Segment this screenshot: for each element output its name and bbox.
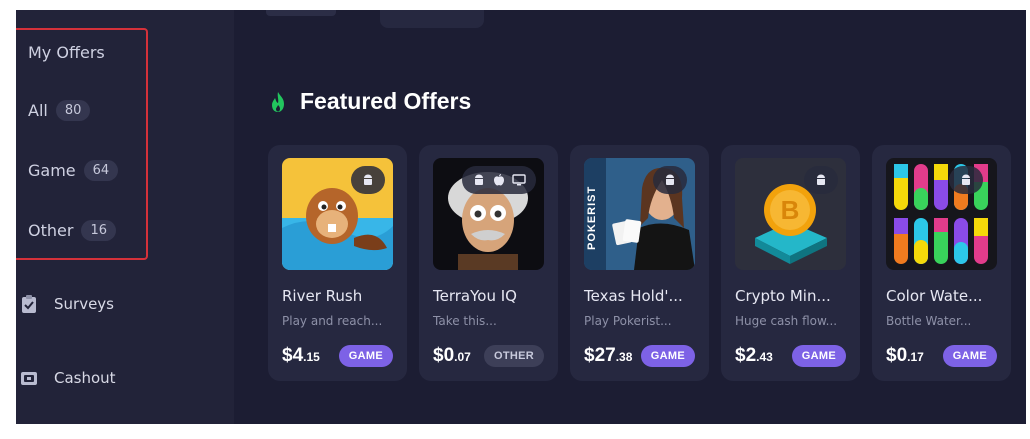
filter-game[interactable]: Game 64: [28, 160, 119, 181]
offer-thumbnail: [282, 158, 393, 270]
sidebar: My Offers All 80 Game 64 Other 16 Survey…: [16, 10, 234, 424]
desktop-icon: [512, 174, 526, 186]
offer-card[interactable]: TerraYou IQ Take this... $0.07 OTHER: [419, 145, 558, 381]
offer-price: $0.07: [433, 345, 471, 367]
offer-description: Play and reach...: [282, 314, 383, 328]
android-icon: [666, 174, 674, 185]
offer-price: $4.15: [282, 345, 320, 367]
price-cents: .15: [303, 350, 320, 364]
offer-thumbnail: B: [735, 158, 846, 270]
offer-description: Huge cash flow...: [735, 314, 838, 328]
nav-label: Cashout: [54, 369, 116, 387]
price-cents: .38: [615, 350, 633, 364]
platform-badges: [462, 166, 536, 194]
offer-thumbnail: POKERIST: [584, 158, 695, 270]
filter-label: Game: [28, 161, 76, 180]
offer-description: Play Pokerist...: [584, 314, 672, 328]
offer-description: Take this...: [433, 314, 497, 328]
offer-thumbnail: [886, 158, 997, 270]
category-badge: GAME: [942, 345, 997, 367]
header-filter-fragment[interactable]: [380, 10, 484, 28]
my-offers-heading: My Offers: [28, 43, 105, 62]
count-badge: 80: [55, 100, 91, 121]
clipboard-icon: [22, 295, 36, 313]
wallet-icon: [21, 372, 37, 385]
offer-card[interactable]: B Crypto Min... Huge cash flow... $2.43 …: [721, 145, 860, 381]
price-main: $2: [735, 345, 757, 366]
section-title: Featured Offers: [300, 88, 472, 114]
offer-card[interactable]: POKERIST Texas Hold'... Play Pokerist...…: [570, 145, 709, 381]
offer-title: Texas Hold'...: [584, 287, 683, 305]
filter-all[interactable]: All 80: [28, 100, 91, 121]
category-badge: OTHER: [484, 345, 544, 367]
featured-offers-list: River Rush Play and reach... $4.15 GAME: [268, 145, 1011, 381]
android-icon: [364, 174, 372, 185]
offer-title: TerraYou IQ: [433, 287, 517, 305]
platform-badges: [949, 166, 983, 194]
platform-badges: [351, 166, 385, 194]
offer-title: Crypto Min...: [735, 287, 831, 305]
offer-title: Color Wate...: [886, 287, 983, 305]
thumbnail-logo: POKERIST: [586, 185, 598, 250]
category-badge: GAME: [338, 345, 393, 367]
platform-badges: [804, 166, 838, 194]
apple-icon: [494, 174, 504, 186]
count-badge: 16: [81, 220, 116, 241]
price-cents: .43: [756, 350, 773, 364]
android-icon: [817, 174, 825, 185]
price-main: $0: [886, 345, 908, 366]
category-badge: GAME: [791, 345, 846, 367]
offer-description: Bottle Water...: [886, 314, 972, 328]
android-icon: [475, 174, 483, 185]
offer-card[interactable]: River Rush Play and reach... $4.15 GAME: [268, 145, 407, 381]
count-badge: 64: [83, 160, 119, 181]
offer-price: $0.17: [886, 345, 924, 367]
nav-surveys[interactable]: Surveys: [20, 294, 114, 314]
platform-badges: [653, 166, 687, 194]
svg-text:B: B: [781, 195, 800, 225]
header-title-fragment: [266, 10, 336, 16]
app-window: My Offers All 80 Game 64 Other 16 Survey…: [16, 10, 1026, 424]
offer-thumbnail: [433, 158, 544, 270]
nav-label: Surveys: [54, 295, 114, 313]
android-icon: [962, 174, 970, 185]
offer-card[interactable]: Color Wate... Bottle Water... $0.17 GAME: [872, 145, 1011, 381]
price-main: $0: [433, 345, 455, 366]
filter-other[interactable]: Other 16: [28, 220, 116, 241]
price-cents: .07: [454, 350, 471, 364]
offer-price: $27.38: [584, 345, 632, 367]
nav-cashout[interactable]: Cashout: [20, 368, 116, 388]
price-main: $27: [584, 345, 616, 366]
category-badge: GAME: [640, 345, 695, 367]
offer-title: River Rush: [282, 287, 363, 305]
offer-price: $2.43: [735, 345, 773, 367]
filter-label: Other: [28, 221, 74, 240]
flame-icon: [272, 91, 284, 112]
filter-label: All: [28, 101, 48, 120]
price-cents: .17: [907, 350, 924, 364]
featured-offers-heading: Featured Offers: [268, 88, 471, 115]
price-main: $4: [282, 345, 304, 366]
